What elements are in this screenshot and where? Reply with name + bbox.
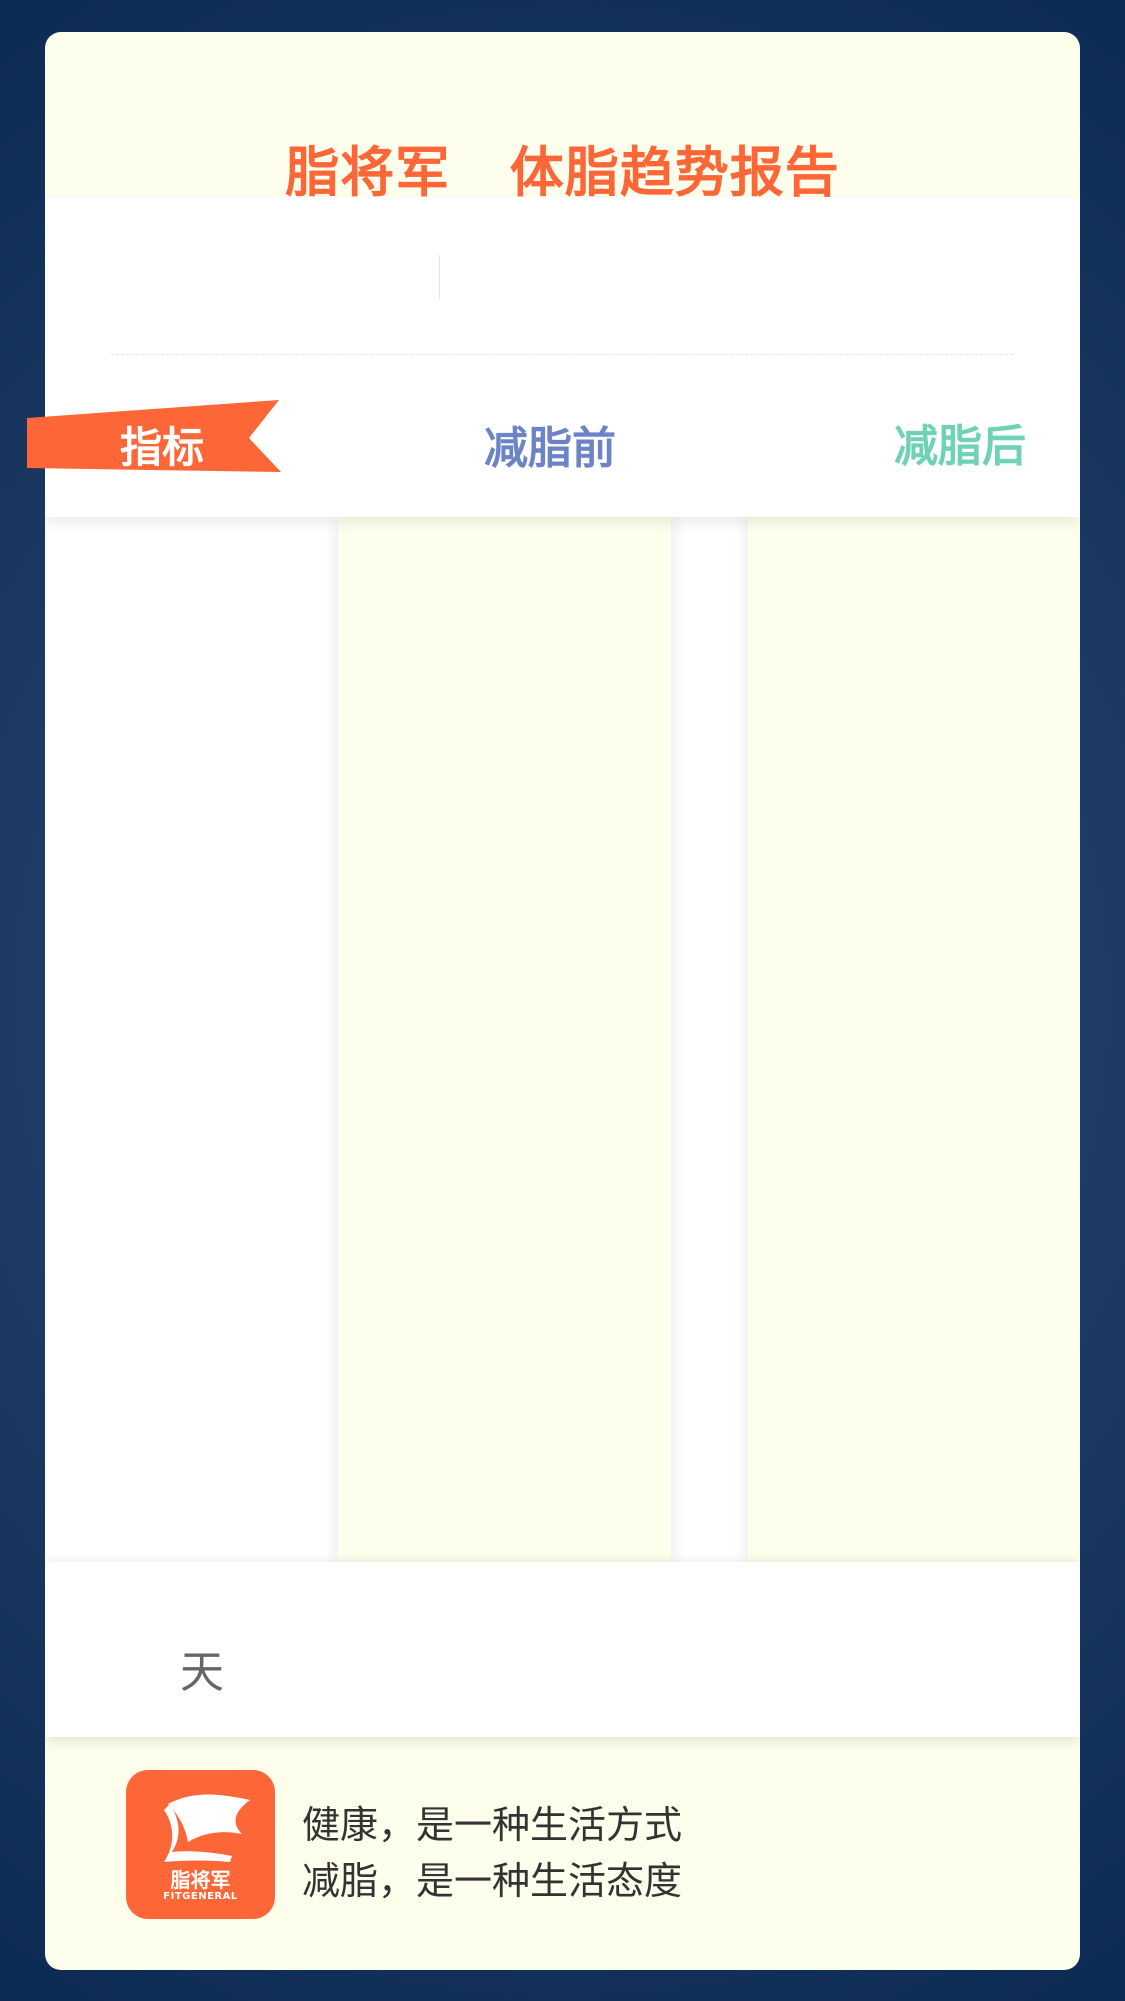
logo-subtitle: FITGENERAL xyxy=(163,1891,238,1902)
logo-name: 脂将军 xyxy=(170,1868,231,1892)
indicator-ribbon: 指标 xyxy=(27,400,282,472)
indicator-column-heading: 指标 xyxy=(119,423,204,472)
slogan-line-1: 健康，是一种生活方式 xyxy=(302,1803,683,1847)
before-column-stripe xyxy=(338,517,671,1562)
before-column-heading: 减脂前 xyxy=(484,423,616,474)
header-divider-vertical xyxy=(439,255,440,299)
after-column-heading: 减脂后 xyxy=(894,421,1026,472)
report-card: 脂将军 体脂趋势报告 减脂前 减脂后 天 脂将军 FITGENERAL 健康，是… xyxy=(45,32,1080,1970)
duration-panel: 天 xyxy=(45,1562,1080,1737)
comparison-table-body xyxy=(45,517,1080,1562)
report-title: 脂将军 体脂趋势报告 xyxy=(285,141,840,204)
slogan-line-2: 减脂，是一种生活态度 xyxy=(302,1859,683,1903)
app-logo: 脂将军 FITGENERAL xyxy=(126,1770,275,1919)
after-column-stripe xyxy=(748,517,1080,1562)
days-unit-label: 天 xyxy=(180,1647,224,1698)
header-divider-dashed xyxy=(111,354,1013,355)
